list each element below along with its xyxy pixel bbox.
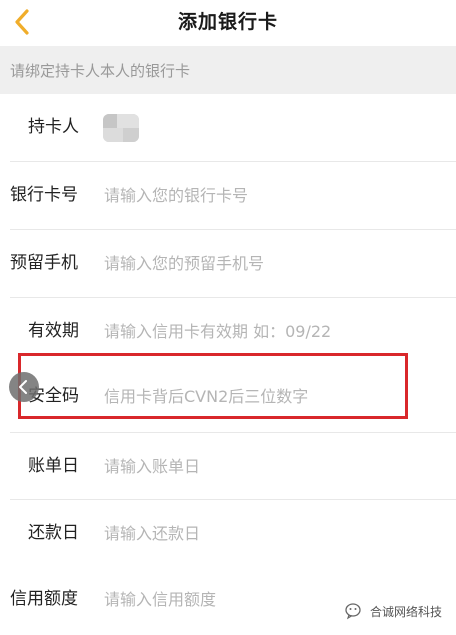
repay-day-input[interactable]: 请输入还款日 — [104, 500, 200, 567]
phone-input[interactable]: 请输入您的预留手机号 — [104, 230, 264, 297]
statement-day-label: 账单日 — [28, 456, 79, 476]
hint-bar: 请绑定持卡人本人的银行卡 — [0, 46, 456, 94]
watermark: 合诚网络科技 — [345, 601, 442, 621]
phone-label: 预留手机 — [10, 253, 78, 273]
credit-limit-label: 信用额度 — [10, 589, 78, 609]
hint-text: 请绑定持卡人本人的银行卡 — [10, 62, 191, 80]
wechat-official-account-icon — [345, 603, 361, 620]
page-title: 添加银行卡 — [177, 11, 278, 33]
add-bank-card-screen: 添加银行卡 请绑定持卡人本人的银行卡 持卡人 银行卡号 请输入您的银行卡号 预留… — [0, 0, 456, 635]
statement-day-input[interactable]: 请输入账单日 — [104, 433, 200, 500]
cardholder-label: 持卡人 — [28, 117, 79, 137]
phone-row: 预留手机 请输入您的预留手机号 — [0, 230, 456, 297]
chevron-left-icon — [19, 380, 27, 394]
nav-bar: 添加银行卡 — [0, 0, 456, 44]
repay-day-label: 还款日 — [28, 523, 79, 543]
card-number-label: 银行卡号 — [10, 185, 78, 205]
credit-limit-input[interactable]: 请输入信用额度 — [104, 566, 216, 633]
credit-limit-row: 信用额度 请输入信用额度 — [0, 566, 456, 633]
statement-day-row: 账单日 请输入账单日 — [0, 433, 456, 500]
cardholder-row: 持卡人 — [0, 94, 456, 161]
cardholder-name-blurred — [103, 114, 139, 142]
repay-day-row: 还款日 请输入还款日 — [0, 500, 456, 567]
cvn-highlight-box — [18, 353, 408, 419]
floating-back-button[interactable] — [9, 372, 39, 402]
card-number-input[interactable]: 请输入您的银行卡号 — [104, 162, 248, 229]
card-number-row: 银行卡号 请输入您的银行卡号 — [0, 162, 456, 229]
watermark-text: 合诚网络科技 — [369, 604, 442, 619]
